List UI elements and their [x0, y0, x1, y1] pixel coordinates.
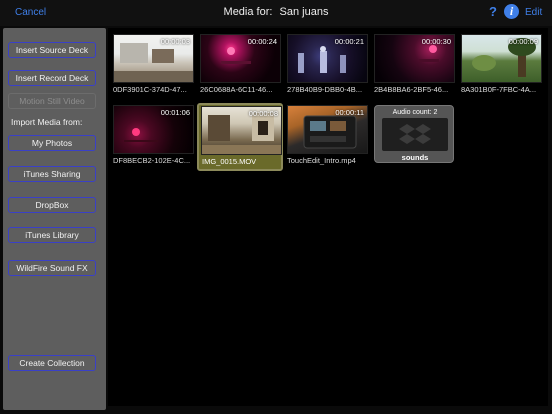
media-item-selected[interactable]: 00:00:08 IMG_0015.MOV [197, 103, 283, 171]
media-item[interactable]: 00:00:24 26C0688A-6C11-46... [199, 33, 285, 95]
sidebar: Insert Source Deck Insert Record Deck Mo… [3, 28, 106, 410]
title-prefix: Media for: [223, 6, 273, 18]
duration-label: 00:00:08 [248, 109, 278, 118]
duration-label: 00:00:30 [421, 37, 451, 46]
media-filename: 8A301B0F-7FBC-4A... [461, 85, 537, 94]
info-icon[interactable]: i [504, 4, 519, 19]
media-item[interactable]: 00:01:06 DF8BECB2-102E-4C... [112, 104, 198, 166]
edit-button[interactable]: Edit [525, 7, 542, 18]
audio-count-label: Audio count: 2 [392, 109, 438, 116]
video-thumbnail: 00:01:06 [113, 105, 194, 154]
video-thumbnail: 00:00:08 [201, 106, 282, 155]
wildfire-sound-fx-button[interactable]: WildFire Sound FX [8, 260, 96, 276]
top-bar: Cancel Media for: San juans ? i Edit [0, 0, 552, 26]
video-thumbnail: 00:00:11 [287, 105, 368, 154]
media-filename: 0DF3901C-374D-47... [113, 85, 187, 94]
media-item[interactable]: 00:00:21 278B40B9-DBB0-4B... [286, 33, 372, 95]
folder-name: sounds [401, 153, 429, 162]
media-filename: 2B4B8BA6-2BF5-46... [374, 85, 449, 94]
duration-label: 00:00:24 [247, 37, 277, 46]
media-item[interactable]: 00:00:09 8A301B0F-7FBC-4A... [460, 33, 546, 95]
import-media-label: Import Media from: [11, 117, 83, 127]
itunes-library-button[interactable]: iTunes Library [8, 227, 96, 243]
media-grid: 00:00:03 0DF3901C-374D-47... 00:00:24 26… [108, 28, 548, 406]
media-item[interactable]: 00:00:03 0DF3901C-374D-47... [112, 33, 198, 95]
duration-label: 00:00:21 [334, 37, 364, 46]
media-filename: 26C0688A-6C11-46... [200, 85, 273, 94]
dropbox-icon [399, 124, 431, 144]
collection-name: San juans [279, 6, 329, 18]
media-filename: DF8BECB2-102E-4C... [113, 156, 191, 165]
media-item[interactable]: 00:00:30 2B4B8BA6-2BF5-46... [373, 33, 459, 95]
folder-preview [382, 118, 448, 151]
motion-still-video-button: Motion Still Video [8, 93, 96, 109]
media-item[interactable]: 00:00:11 TouchEdit_Intro.mp4 [286, 104, 372, 166]
itunes-sharing-button[interactable]: iTunes Sharing [8, 166, 96, 182]
media-filename: TouchEdit_Intro.mp4 [287, 156, 356, 165]
duration-label: 00:00:11 [335, 108, 364, 117]
media-filename: IMG_0015.MOV [202, 157, 257, 166]
video-thumbnail: 00:00:24 [200, 34, 281, 83]
help-icon[interactable]: ? [489, 4, 497, 19]
video-thumbnail: 00:00:21 [287, 34, 368, 83]
duration-label: 00:01:06 [160, 108, 190, 117]
sounds-folder[interactable]: Audio count: 2 sounds [374, 105, 454, 163]
video-thumbnail: 00:00:30 [374, 34, 455, 83]
media-filename: 278B40B9-DBB0-4B... [287, 85, 363, 94]
duration-label: 00:00:03 [160, 37, 190, 46]
dropbox-button[interactable]: DropBox [8, 197, 96, 213]
insert-record-deck-button[interactable]: Insert Record Deck [8, 70, 96, 86]
my-photos-button[interactable]: My Photos [8, 135, 96, 151]
video-thumbnail: 00:00:03 [113, 34, 194, 83]
create-collection-button[interactable]: Create Collection [8, 355, 96, 371]
video-thumbnail: 00:00:09 [461, 34, 542, 83]
insert-source-deck-button[interactable]: Insert Source Deck [8, 42, 96, 58]
page-title: Media for: San juans [0, 6, 552, 18]
duration-label: 00:00:09 [508, 37, 538, 46]
